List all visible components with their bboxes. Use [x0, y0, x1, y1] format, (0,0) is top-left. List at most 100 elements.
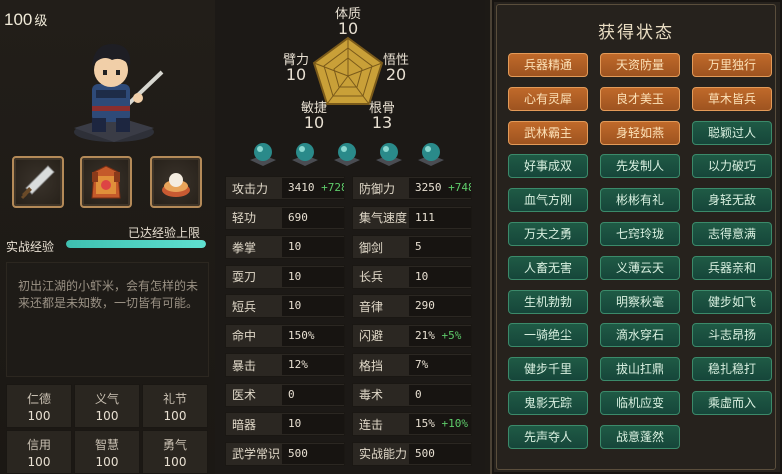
status-badge[interactable]: 先声夺人: [508, 424, 588, 449]
status-badge[interactable]: 万夫之勇: [508, 222, 588, 246]
status-badge[interactable]: 滴水穿石: [600, 323, 680, 348]
radar-bottom-left: 敏捷 10: [294, 102, 334, 131]
stat-name: 攻击力: [232, 181, 269, 196]
level-unit: 级: [34, 13, 48, 28]
stat-value: 10: [288, 240, 302, 253]
radar-right-value: 20: [385, 65, 407, 84]
stat-value: 690: [288, 210, 308, 224]
status-badge[interactable]: 鬼影无踪: [508, 391, 588, 415]
virtue-value: 100: [95, 409, 119, 423]
status-badge[interactable]: 以力破巧: [692, 154, 772, 179]
stat-value-box: 10: [282, 414, 344, 434]
status-badge[interactable]: 兵器精通: [508, 53, 588, 77]
status-badge[interactable]: 乘虚而入: [692, 391, 772, 415]
status-badge[interactable]: 兵器亲和: [692, 255, 772, 280]
status-badge[interactable]: 武林霸主: [508, 120, 588, 145]
gem-socket-icon[interactable]: [332, 138, 362, 168]
status-badge[interactable]: 心有灵犀: [508, 86, 588, 111]
virtue-cell: 礼节 100: [142, 384, 208, 428]
stat-row: 短兵 10: [225, 294, 345, 318]
status-badge[interactable]: 健步如飞: [692, 289, 772, 314]
stat-row: 实战能力 500: [352, 441, 472, 466]
character-description: 初出江湖的小虾米，会有怎样的未来还都是未知数，一切皆有可能。: [18, 279, 199, 310]
stat-name: 连击: [359, 417, 384, 432]
virtue-value: 100: [163, 409, 187, 423]
status-badge[interactable]: 人畜无害: [508, 255, 588, 280]
stat-row: 医术 0: [225, 382, 345, 407]
stat-bonus: +5%: [441, 328, 462, 342]
gem-socket-icon[interactable]: [416, 138, 446, 168]
sword-icon: [20, 165, 55, 200]
stat-value: 0: [288, 387, 295, 401]
status-badge[interactable]: 明察秋毫: [600, 289, 680, 314]
stat-value-box: 15% +10%: [409, 414, 471, 434]
gem-socket-icon[interactable]: [374, 138, 404, 168]
stat-value: 5: [415, 240, 422, 253]
stat-value: 12%: [288, 358, 308, 371]
stat-row: 耍刀 10: [225, 264, 345, 289]
stat-row: 命中 150%: [225, 323, 345, 348]
status-badge[interactable]: 血气方刚: [508, 188, 588, 213]
radar-right: 悟性 20: [376, 54, 416, 84]
status-badge[interactable]: 身轻如燕: [600, 120, 680, 145]
stat-bonus: +10%: [441, 417, 469, 430]
armor-slot[interactable]: [80, 156, 132, 208]
stat-name: 防御力: [359, 181, 396, 196]
status-badge[interactable]: 一骑绝尘: [508, 323, 588, 348]
stat-name: 实战能力: [359, 447, 408, 461]
stat-value: 15%: [415, 417, 435, 430]
status-badge[interactable]: 义薄云天: [600, 255, 680, 280]
status-badge[interactable]: 斗志昂扬: [692, 323, 772, 348]
virtue-name: 仁德: [26, 392, 51, 406]
status-badge[interactable]: 天资防量: [600, 53, 680, 77]
hero-portrait: [74, 44, 164, 142]
status-badge[interactable]: 志得意满: [692, 222, 772, 246]
stat-name: 御剑: [359, 240, 384, 255]
status-badge[interactable]: 战意蓬然: [600, 424, 680, 449]
gem-socket-icon[interactable]: [248, 138, 278, 168]
status-badge[interactable]: 聪颖过人: [692, 120, 772, 145]
stat-row: 长兵 10: [352, 264, 472, 289]
stat-bonus: +728: [321, 181, 344, 194]
stat-name: 轻功: [232, 211, 257, 225]
status-badge[interactable]: 健步千里: [508, 357, 588, 382]
stat-row: 暴击 12%: [225, 353, 345, 377]
status-badge[interactable]: 七窍玲珑: [600, 222, 680, 246]
status-badge[interactable]: 生机勃勃: [508, 289, 588, 314]
status-badge[interactable]: 万里独行: [692, 53, 772, 77]
gem-socket-icon[interactable]: [290, 138, 320, 168]
stat-value-box: 10: [282, 296, 344, 316]
status-badge[interactable]: 彬彬有礼: [600, 188, 680, 213]
weapon-slot[interactable]: [12, 156, 64, 208]
virtue-value: 100: [27, 455, 51, 469]
stat-row: 御剑 5: [352, 235, 472, 259]
status-badge[interactable]: 稳扎稳打: [692, 357, 772, 382]
stat-value-box: 150%: [282, 325, 344, 346]
attribute-radar: [312, 36, 384, 105]
status-badge[interactable]: 身轻无敌: [692, 188, 772, 213]
status-badge[interactable]: 临机应变: [600, 391, 680, 415]
stat-value-box: 0: [282, 384, 344, 405]
status-badge[interactable]: 草木皆兵: [692, 86, 772, 111]
accessory-slot[interactable]: [150, 156, 202, 208]
food-icon: [162, 173, 190, 197]
status-badge[interactable]: 拔山扛鼎: [600, 357, 680, 382]
exp-bar-fill: [66, 240, 206, 248]
virtue-cell: 智慧 100: [74, 430, 140, 474]
stat-value-box: 690: [282, 207, 344, 228]
stat-row: 轻功 690: [225, 205, 345, 230]
stat-row: 格挡 7%: [352, 353, 472, 377]
status-badge[interactable]: 先发制人: [600, 154, 680, 179]
virtue-cell: 信用 100: [6, 430, 72, 474]
virtue-cell: 勇气 100: [142, 430, 208, 474]
radar-top: 体质 10: [328, 8, 368, 37]
stat-row: 攻击力 3410 +728: [225, 176, 345, 200]
stat-name: 音律: [359, 299, 384, 314]
stat-value-box: 7%: [409, 355, 471, 375]
stat-value-box: 500: [409, 443, 471, 464]
status-badge[interactable]: 良才美玉: [600, 86, 680, 111]
radar-left-value: 10: [285, 65, 307, 84]
status-badge[interactable]: 好事成双: [508, 154, 588, 179]
virtue-name: 信用: [26, 438, 51, 452]
radar-left: 臂力 10: [276, 54, 316, 84]
